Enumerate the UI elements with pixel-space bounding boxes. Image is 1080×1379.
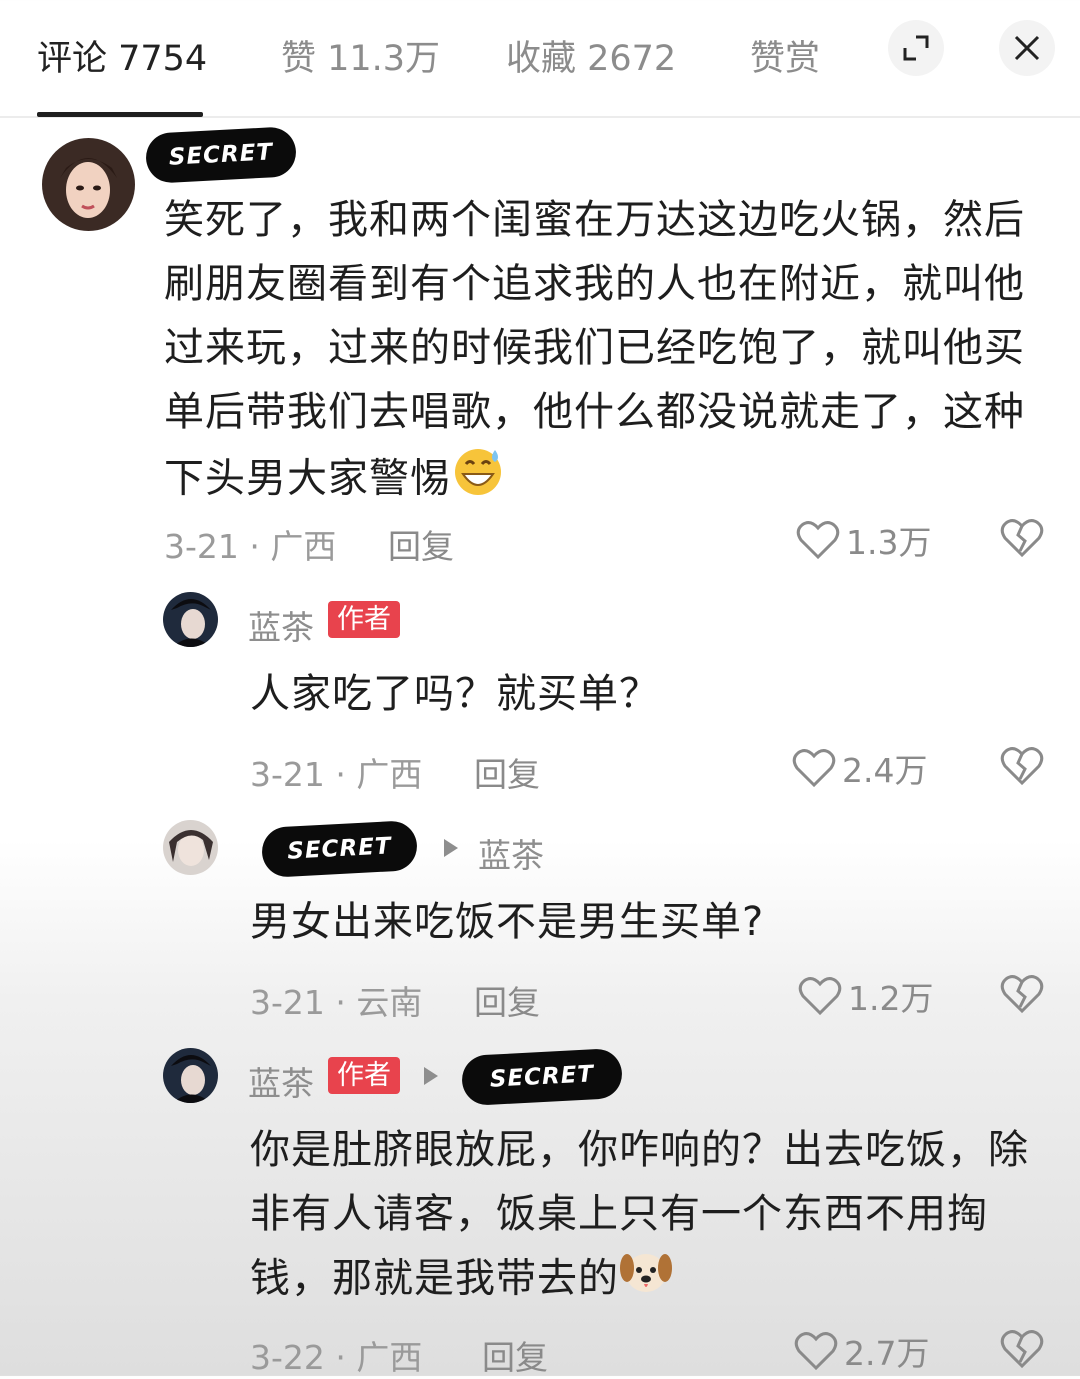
like-button[interactable]: 1.3万 <box>796 516 931 564</box>
sweat-smile-emoji <box>451 444 505 517</box>
heart-icon <box>796 521 840 560</box>
tab-tips[interactable]: 赞赏 <box>750 30 820 81</box>
comment-date-location: 3-21 · 广西 <box>164 527 337 566</box>
dislike-button[interactable] <box>1000 973 1044 1019</box>
active-tab-indicator <box>37 112 203 117</box>
broken-heart-icon <box>1000 1330 1044 1369</box>
reply-arrow-icon <box>424 1067 438 1085</box>
like-count: 2.7万 <box>844 1334 930 1373</box>
reply-button[interactable]: 回复 <box>474 748 540 796</box>
avatar-boy-image <box>163 1048 218 1103</box>
avatar-boy-image <box>163 592 218 647</box>
like-count: 1.3万 <box>846 523 932 562</box>
username[interactable]: 蓝茶 <box>248 601 314 649</box>
redacted-username: SECRET <box>260 819 419 879</box>
comment-tab-bar: 评论 7754 赞 11.3万 收藏 2672 赞赏 <box>0 0 1080 118</box>
tab-comments[interactable]: 评论 7754 <box>37 30 207 81</box>
comment-text: 人家吃了吗？就买单？ <box>250 671 660 717</box>
expand-button[interactable] <box>888 20 944 76</box>
avatar[interactable] <box>163 592 218 647</box>
tab-overflow-fade <box>820 20 880 90</box>
dislike-button[interactable] <box>1000 1328 1044 1374</box>
reply-to-username[interactable]: 蓝茶 <box>478 829 544 877</box>
comment-date-location: 3-21 · 广西 <box>250 755 423 794</box>
author-badge: 作者 <box>328 1057 400 1094</box>
avatar[interactable] <box>42 138 135 231</box>
like-count: 1.2万 <box>848 979 934 1018</box>
close-button[interactable] <box>999 20 1055 76</box>
broken-heart-icon <box>1000 747 1044 786</box>
close-icon <box>1014 35 1040 61</box>
tab-likes[interactable]: 赞 11.3万 <box>281 30 440 81</box>
comment-date-location: 3-21 · 云南 <box>250 983 423 1022</box>
reply-button[interactable]: 回复 <box>388 520 454 568</box>
comment-text: 笑死了，我和两个闺蜜在万达这边吃火锅，然后刷朋友圈看到有个追求我的人也在附近，就… <box>164 188 1034 517</box>
like-count: 2.4万 <box>842 751 928 790</box>
avatar-girl-image <box>42 138 135 231</box>
redacted-username: SECRET <box>144 126 298 184</box>
comment-text: 男女出来吃饭不是男生买单? <box>250 899 765 945</box>
avatar[interactable] <box>163 820 218 875</box>
author-badge: 作者 <box>328 601 400 638</box>
dislike-button[interactable] <box>1000 745 1044 791</box>
like-button[interactable]: 1.2万 <box>798 972 933 1020</box>
broken-heart-icon <box>1000 975 1044 1014</box>
heart-icon <box>792 749 836 788</box>
like-button[interactable]: 2.7万 <box>794 1327 929 1375</box>
tab-favorites[interactable]: 收藏 2672 <box>506 30 676 81</box>
avatar-user-image <box>163 820 218 875</box>
redacted-username: SECRET <box>460 1047 624 1107</box>
broken-heart-icon <box>1000 519 1044 558</box>
comment-date-location: 3-22 · 广西 <box>250 1338 423 1377</box>
heart-icon <box>798 977 842 1016</box>
reply-button[interactable]: 回复 <box>482 1331 548 1379</box>
avatar[interactable] <box>163 1048 218 1103</box>
dislike-button[interactable] <box>1000 517 1044 563</box>
reply-arrow-icon <box>444 839 458 857</box>
username[interactable]: 蓝茶 <box>248 1057 314 1105</box>
heart-icon <box>794 1332 838 1371</box>
like-button[interactable]: 2.4万 <box>792 744 927 792</box>
comment-text: 你是肚脐眼放屁，你咋响的？出去吃饭，除非有人请客，饭桌上只有一个东西不用掏钱，那… <box>250 1118 1035 1315</box>
dog-emoji <box>619 1246 673 1315</box>
reply-button[interactable]: 回复 <box>474 976 540 1024</box>
expand-icon <box>903 35 929 61</box>
